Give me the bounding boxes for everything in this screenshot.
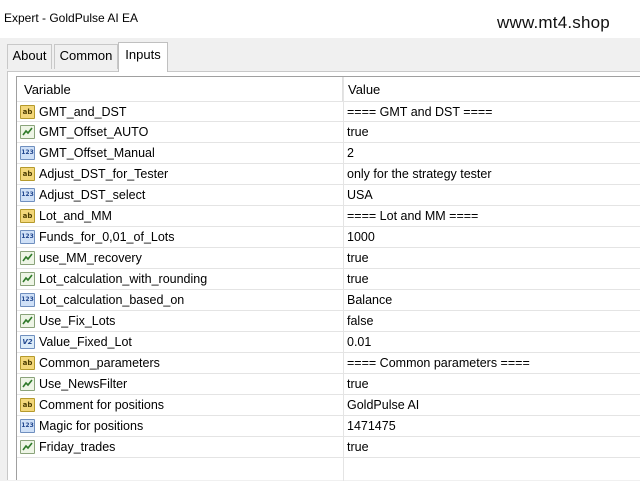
bool-chart-icon [20, 377, 35, 391]
bool-chart-icon [20, 314, 35, 328]
int-123-icon: 123 [20, 230, 35, 244]
table-row[interactable]: ab Common_parameters ==== Common parameter… [17, 353, 640, 374]
bool-chart-icon [20, 125, 35, 139]
variable-value[interactable]: ==== Common parameters ==== [347, 353, 530, 373]
variable-name: Use_NewsFilter [39, 377, 128, 391]
variable-name: Adjust_DST_for_Tester [39, 167, 169, 181]
variable-value[interactable]: true [347, 248, 369, 268]
variable-value[interactable]: 0.01 [347, 332, 371, 352]
string-ab-icon: ab [20, 209, 35, 223]
variable-value[interactable]: true [347, 374, 369, 394]
tab-about[interactable]: About [7, 44, 52, 69]
table-row[interactable]: ab GMT_and_DST ==== GMT and DST ==== [17, 101, 640, 122]
variable-value[interactable]: 1471475 [347, 416, 396, 436]
table-row[interactable]: Use_NewsFilter true [17, 374, 640, 395]
title-bar: Expert - GoldPulse AI EA www.mt4.shop [0, 0, 640, 38]
string-ab-icon: ab [20, 105, 35, 119]
variable-name: Comment for positions [39, 398, 165, 412]
variable-value[interactable]: 1000 [347, 227, 375, 247]
variable-name: Lot_calculation_based_on [39, 293, 185, 307]
variable-value[interactable]: true [347, 122, 369, 142]
string-ab-icon: ab [20, 398, 35, 412]
variable-name: Lot_and_MM [39, 209, 112, 223]
variable-value[interactable]: 2 [347, 143, 354, 163]
table-row[interactable]: 123 Magic for positions 1471475 [17, 416, 640, 437]
table-row[interactable]: ab Comment for positions GoldPulse AI [17, 395, 640, 416]
table-row[interactable]: 123 GMT_Offset_Manual 2 [17, 143, 640, 164]
tab-common[interactable]: Common [54, 44, 118, 69]
string-ab-icon: ab [20, 356, 35, 370]
variable-value[interactable]: only for the strategy tester [347, 164, 492, 184]
variable-value[interactable]: false [347, 311, 373, 331]
variable-name: Lot_calculation_with_rounding [39, 272, 208, 286]
variable-value[interactable]: ==== Lot and MM ==== [347, 206, 478, 226]
variable-value[interactable]: USA [347, 185, 373, 205]
variable-name: Common_parameters [39, 356, 160, 370]
variable-name: GMT_Offset_AUTO [39, 125, 149, 139]
table-row[interactable]: Friday_trades true [17, 437, 640, 458]
column-header-value[interactable]: Value [343, 77, 640, 101]
variable-name: Magic for positions [39, 419, 144, 433]
variable-value[interactable]: ==== GMT and DST ==== [347, 102, 492, 122]
table-row[interactable]: GMT_Offset_AUTO true [17, 122, 640, 143]
table-row[interactable]: 123 Lot_calculation_based_on Balance [17, 290, 640, 311]
bool-chart-icon [20, 251, 35, 265]
int-123-icon: 123 [20, 146, 35, 160]
bool-chart-icon [20, 440, 35, 454]
variable-name: Funds_for_0,01_of_Lots [39, 230, 175, 244]
variable-name: use_MM_recovery [39, 251, 142, 265]
variable-value[interactable]: GoldPulse AI [347, 395, 419, 415]
variable-name: Use_Fix_Lots [39, 314, 116, 328]
table-row[interactable]: Use_Fix_Lots false [17, 311, 640, 332]
int-123-icon: 123 [20, 419, 35, 433]
inputs-table: Variable Value ab GMT_and_DST ==== GMT and… [16, 76, 640, 481]
table-row[interactable]: V2 Value_Fixed_Lot 0.01 [17, 332, 640, 353]
variable-name: Friday_trades [39, 440, 116, 454]
table-header: Variable Value [17, 77, 640, 101]
variable-name: GMT_and_DST [39, 105, 127, 119]
variable-name: GMT_Offset_Manual [39, 146, 155, 160]
string-ab-icon: ab [20, 167, 35, 181]
variable-name: Value_Fixed_Lot [39, 335, 132, 349]
int-123-icon: 123 [20, 293, 35, 307]
double-v2-icon: V2 [20, 335, 35, 349]
tab-inputs[interactable]: Inputs [118, 42, 168, 72]
table-row[interactable]: 123 Funds_for_0,01_of_Lots 1000 [17, 227, 640, 248]
table-row[interactable]: use_MM_recovery true [17, 248, 640, 269]
variable-name: Adjust_DST_select [39, 188, 146, 202]
window-title: Expert - GoldPulse AI EA [4, 11, 139, 25]
table-row[interactable]: ab Adjust_DST_for_Tester only for the stra… [17, 164, 640, 185]
bool-chart-icon [20, 272, 35, 286]
variable-value[interactable]: Balance [347, 290, 392, 310]
column-header-variable[interactable]: Variable [17, 77, 343, 101]
table-row[interactable]: Lot_calculation_with_rounding true [17, 269, 640, 290]
table-row[interactable]: 123 Adjust_DST_select USA [17, 185, 640, 206]
table-row[interactable]: ab Lot_and_MM ==== Lot and MM ==== [17, 206, 640, 227]
int-123-icon: 123 [20, 188, 35, 202]
variable-value[interactable]: true [347, 269, 369, 289]
watermark: www.mt4.shop [497, 13, 610, 32]
variable-value[interactable]: true [347, 437, 369, 457]
